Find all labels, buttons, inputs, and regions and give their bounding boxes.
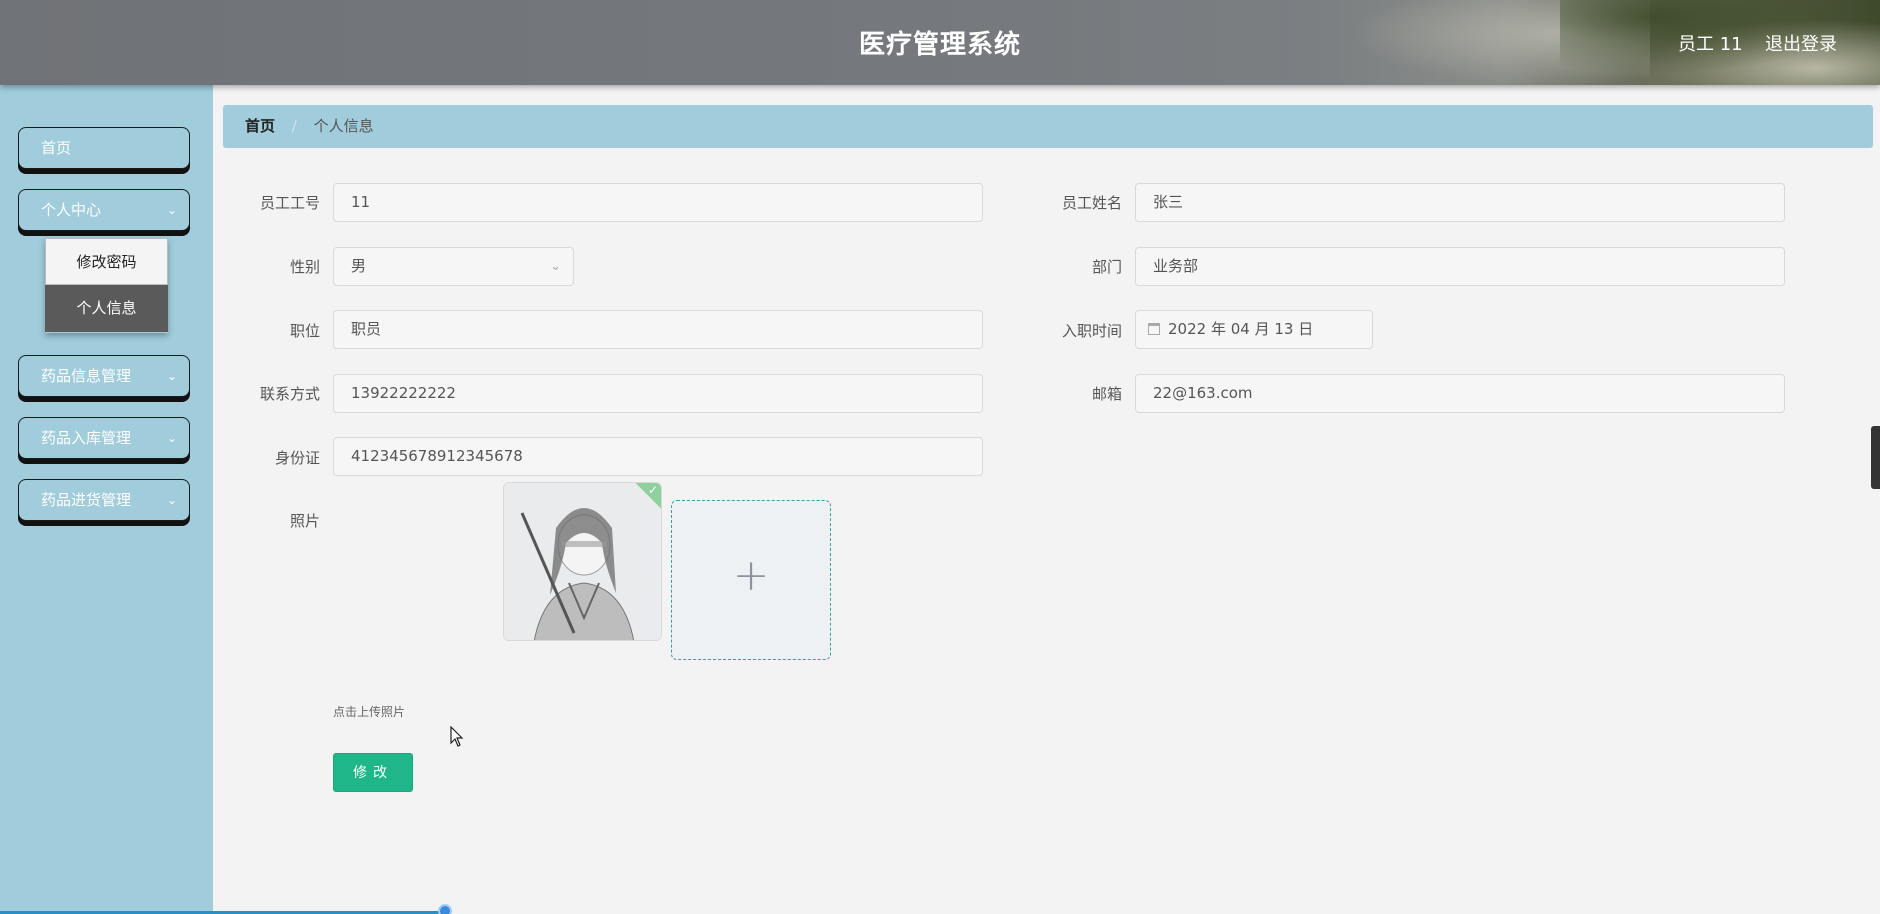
top-header: 医疗管理系统 员工 11 退出登录: [0, 0, 1880, 85]
email-field[interactable]: 22@163.com: [1135, 374, 1785, 413]
hire-date-value: 2022 年 04 月 13 日: [1168, 320, 1314, 338]
sidebar-item-label: 药品信息管理: [41, 367, 132, 385]
uploaded-photo-thumbnail[interactable]: ✓: [503, 482, 662, 641]
email-label: 邮箱: [1091, 385, 1122, 403]
gender-select[interactable]: 男 ⌄: [333, 247, 574, 286]
logout-link[interactable]: 退出登录: [1765, 30, 1837, 56]
submit-edit-button[interactable]: 修改: [333, 753, 413, 792]
scrollbar-handle[interactable]: [1871, 426, 1880, 489]
employee-no-field[interactable]: 11: [333, 183, 983, 222]
phone-label: 联系方式: [259, 385, 320, 403]
chevron-down-icon: ⌄: [166, 203, 177, 217]
sidebar-item-label: 药品入库管理: [41, 429, 132, 447]
check-icon: ✓: [647, 483, 658, 497]
sidebar-item-drug-stock-in[interactable]: 药品入库管理 ⌄: [18, 417, 190, 459]
position-field[interactable]: 职员: [333, 310, 983, 349]
gender-label: 性别: [289, 258, 320, 276]
submenu-item-change-password[interactable]: 修改密码: [45, 238, 168, 285]
portrait-image: [504, 483, 661, 640]
bottom-progress-handle[interactable]: [438, 904, 452, 914]
department-field[interactable]: 业务部: [1135, 247, 1785, 286]
breadcrumb-home[interactable]: 首页: [245, 117, 275, 135]
id-card-label: 身份证: [274, 449, 320, 467]
chevron-down-icon: ⌄: [166, 431, 177, 445]
sidebar-item-label: 个人中心: [41, 201, 102, 219]
chevron-down-icon: ⌄: [166, 493, 177, 507]
plus-icon: +: [732, 550, 770, 601]
id-card-field[interactable]: 412345678912345678: [333, 437, 983, 476]
sidebar-item-label: 药品进货管理: [41, 491, 132, 509]
chevron-down-icon: ⌄: [166, 369, 177, 383]
upload-tip-text: 点击上传照片: [333, 705, 406, 719]
sidebar-item-personal-center[interactable]: 个人中心 ⌄: [18, 189, 190, 231]
photo-label: 照片: [289, 512, 320, 530]
department-label: 部门: [1091, 258, 1122, 276]
submenu-item-personal-info[interactable]: 个人信息: [45, 285, 168, 332]
chevron-down-icon: ⌄: [550, 259, 561, 274]
gender-select-value: 男: [351, 257, 367, 275]
app-title: 医疗管理系统: [858, 30, 1021, 60]
breadcrumb-separator: /: [291, 117, 297, 135]
sidebar-item-drug-purchase[interactable]: 药品进货管理 ⌄: [18, 479, 190, 521]
hire-date-picker[interactable]: 2022 年 04 月 13 日: [1135, 310, 1373, 349]
mouse-cursor-icon: [450, 726, 464, 747]
breadcrumb: 首页 / 个人信息: [223, 105, 1873, 148]
hire-date-label: 入职时间: [1061, 322, 1122, 340]
position-label: 职位: [289, 322, 320, 340]
employee-name-field[interactable]: 张三: [1135, 183, 1785, 222]
photo-upload-button[interactable]: +: [671, 500, 831, 660]
breadcrumb-current: 个人信息: [313, 117, 374, 135]
current-user-label: 员工 11: [1678, 34, 1743, 55]
personal-center-submenu: 修改密码 个人信息: [45, 238, 168, 333]
sidebar-item-label: 首页: [41, 139, 72, 157]
employee-name-label: 员工姓名: [1061, 194, 1122, 212]
calendar-icon: [1148, 323, 1160, 335]
phone-field[interactable]: 13922222222: [333, 374, 983, 413]
sidebar-item-home[interactable]: 首页: [18, 127, 190, 169]
employee-no-label: 员工工号: [259, 194, 320, 212]
sidebar-item-drug-info[interactable]: 药品信息管理 ⌄: [18, 355, 190, 397]
